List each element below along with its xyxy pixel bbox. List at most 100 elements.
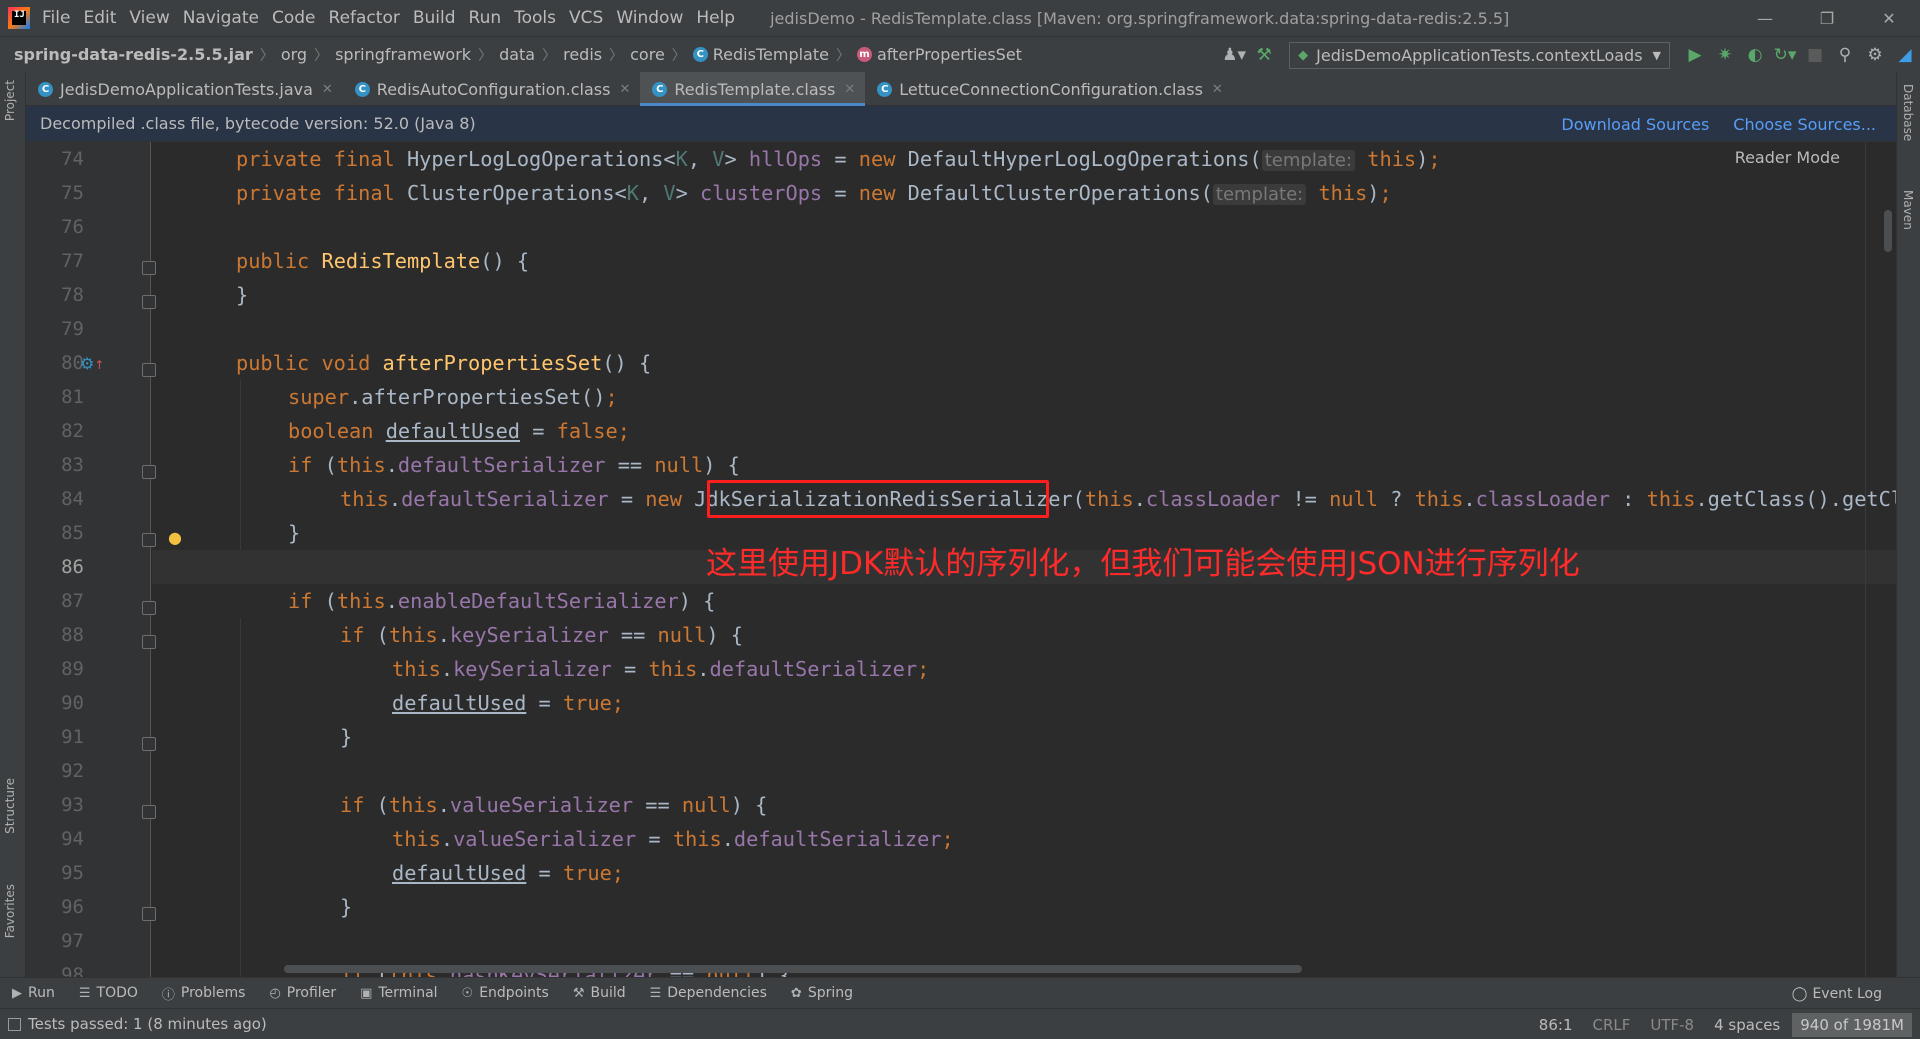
line-number: 77 bbox=[61, 250, 84, 272]
memory-indicator[interactable]: 940 of 1981M bbox=[1792, 1012, 1912, 1037]
intellij-logo-icon: IJ bbox=[8, 7, 30, 29]
close-icon[interactable]: ✕ bbox=[844, 82, 855, 97]
tab-jedis-demo-tests[interactable]: C JedisDemoApplicationTests.java ✕ bbox=[26, 72, 343, 106]
menu-tools[interactable]: Tools bbox=[514, 8, 556, 28]
line-number: 94 bbox=[61, 828, 84, 850]
close-icon[interactable]: ✕ bbox=[322, 82, 333, 97]
run-tool-button[interactable]: ▶ Run bbox=[12, 985, 55, 1001]
horizontal-scrollbar[interactable] bbox=[284, 965, 1302, 973]
debug-icon[interactable]: ✷ bbox=[1710, 40, 1740, 70]
breadcrumb: spring-data-redis-2.5.5.jar 〉 org 〉 spri… bbox=[14, 45, 1022, 65]
profile-icon[interactable]: ↻▾ bbox=[1770, 40, 1800, 70]
stop-icon[interactable]: ■ bbox=[1800, 40, 1830, 70]
line-number: 83 bbox=[61, 454, 84, 476]
java-class-icon: C bbox=[652, 81, 668, 97]
breadcrumb-org[interactable]: org bbox=[281, 45, 307, 64]
reader-mode-toggle[interactable]: Reader Mode bbox=[1735, 148, 1840, 167]
tab-lettuce-connection-configuration[interactable]: C LettuceConnectionConfiguration.class ✕ bbox=[865, 72, 1233, 106]
code-line-77: public RedisTemplate() { bbox=[236, 249, 530, 273]
favorites-tool-tab[interactable]: Favorites bbox=[3, 884, 17, 938]
database-tool-tab[interactable]: Database bbox=[1901, 84, 1915, 141]
indent-setting[interactable]: 4 spaces bbox=[1714, 1016, 1780, 1034]
square-icon bbox=[8, 1017, 21, 1031]
tab-redis-template[interactable]: C RedisTemplate.class ✕ bbox=[640, 72, 866, 106]
line-number-current: 86 bbox=[61, 556, 84, 578]
line-number: 91 bbox=[61, 726, 84, 748]
menu-file[interactable]: File bbox=[42, 8, 70, 28]
download-sources-link[interactable]: Download Sources bbox=[1561, 115, 1709, 134]
structure-tool-tab[interactable]: Structure bbox=[3, 778, 17, 834]
line-number: 85 bbox=[61, 522, 84, 544]
menu-run[interactable]: Run bbox=[469, 8, 502, 28]
line-separator[interactable]: CRLF bbox=[1592, 1016, 1630, 1034]
code-line-93: if (this.valueSerializer == null) { bbox=[340, 793, 768, 817]
project-tool-tab[interactable]: Project bbox=[3, 80, 17, 121]
close-window-icon[interactable]: ✕ bbox=[1858, 0, 1920, 36]
tab-label: LettuceConnectionConfiguration.class bbox=[899, 79, 1203, 99]
code-area[interactable]: private final HyperLogLogOperations<K, V… bbox=[152, 142, 1896, 977]
spring-tool-button[interactable]: ✿ Spring bbox=[791, 985, 853, 1001]
code-line-94: this.valueSerializer = this.defaultSeria… bbox=[392, 827, 954, 851]
override-method-icon[interactable]: ⚙↑ bbox=[80, 354, 104, 373]
vertical-scrollbar[interactable] bbox=[1884, 210, 1892, 252]
menu-window[interactable]: Window bbox=[616, 8, 683, 28]
plugin-logo-icon[interactable]: ◢ bbox=[1890, 40, 1920, 70]
build-hammer-icon[interactable]: ⚒ bbox=[1249, 40, 1279, 70]
endpoints-tool-button[interactable]: ☉ Endpoints bbox=[462, 985, 549, 1001]
maven-tool-tab[interactable]: Maven bbox=[1901, 190, 1915, 230]
window-controls: — ❐ ✕ bbox=[1734, 0, 1920, 36]
info-icon: ⓘ bbox=[161, 987, 175, 1003]
menu-bar: IJ File Edit View Navigate Code Refactor… bbox=[0, 0, 1920, 36]
banner-text: Decompiled .class file, bytecode version… bbox=[40, 114, 476, 133]
settings-gear-icon[interactable]: ⚙ bbox=[1860, 40, 1890, 70]
menu-build[interactable]: Build bbox=[413, 8, 456, 28]
search-icon[interactable]: ⚲ bbox=[1830, 40, 1860, 70]
coverage-icon[interactable]: ◐ bbox=[1740, 40, 1770, 70]
chevron-right-icon: 〉 bbox=[314, 47, 329, 64]
code-line-82: boolean defaultUsed = false; bbox=[288, 419, 630, 443]
profiler-tool-button[interactable]: ◴ Profiler bbox=[269, 985, 336, 1001]
menu-help[interactable]: Help bbox=[696, 8, 735, 28]
caret-position[interactable]: 86:1 bbox=[1539, 1016, 1573, 1034]
file-encoding[interactable]: UTF-8 bbox=[1650, 1016, 1694, 1034]
code-line-89: this.keySerializer = this.defaultSeriali… bbox=[392, 657, 930, 681]
close-icon[interactable]: ✕ bbox=[1212, 82, 1223, 97]
menu-edit[interactable]: Edit bbox=[83, 8, 116, 28]
event-log-button[interactable]: ◯ Event Log bbox=[1792, 978, 1882, 1009]
user-icon[interactable]: ♟▾ bbox=[1219, 40, 1249, 70]
breadcrumb-method[interactable]: m afterPropertiesSet bbox=[856, 45, 1022, 64]
indent-guide bbox=[240, 618, 241, 977]
line-number: 79 bbox=[61, 318, 84, 340]
restore-icon[interactable]: ❐ bbox=[1796, 0, 1858, 36]
breadcrumb-jar[interactable]: spring-data-redis-2.5.5.jar bbox=[14, 45, 253, 64]
close-icon[interactable]: ✕ bbox=[619, 82, 630, 97]
terminal-tool-button[interactable]: ▣ Terminal bbox=[360, 985, 437, 1001]
line-number: 98 bbox=[61, 964, 84, 977]
breadcrumb-redis[interactable]: redis bbox=[563, 45, 602, 64]
code-line-83: if (this.defaultSerializer == null) { bbox=[288, 453, 740, 477]
junit-icon: ◆ bbox=[1298, 47, 1309, 63]
menu-navigate[interactable]: Navigate bbox=[183, 8, 259, 28]
menu-refactor[interactable]: Refactor bbox=[329, 8, 400, 28]
menu-code[interactable]: Code bbox=[272, 8, 316, 28]
build-tool-button[interactable]: ⚒ Build bbox=[573, 985, 626, 1001]
menu-vcs[interactable]: VCS bbox=[569, 8, 603, 28]
todo-tool-button[interactable]: ☰ TODO bbox=[79, 985, 138, 1001]
code-editor[interactable]: 74 75 76 77 78 79 80 81 82 83 84 85 86 8… bbox=[26, 142, 1896, 977]
breadcrumb-springframework[interactable]: springframework bbox=[335, 45, 471, 64]
minimize-icon[interactable]: — bbox=[1734, 0, 1796, 36]
choose-sources-link[interactable]: Choose Sources... bbox=[1733, 115, 1876, 134]
menu-view[interactable]: View bbox=[129, 8, 169, 28]
line-number: 84 bbox=[61, 488, 84, 510]
breadcrumb-class[interactable]: C RedisTemplate bbox=[692, 45, 829, 64]
breadcrumb-core[interactable]: core bbox=[630, 45, 665, 64]
status-message-text: Tests passed: 1 (8 minutes ago) bbox=[28, 1015, 267, 1033]
tab-redis-auto-configuration[interactable]: C RedisAutoConfiguration.class ✕ bbox=[343, 72, 641, 106]
run-configuration-select[interactable]: ◆ JedisDemoApplicationTests.contextLoads… bbox=[1289, 41, 1670, 69]
status-message[interactable]: Tests passed: 1 (8 minutes ago) bbox=[8, 1015, 267, 1033]
dependencies-tool-button[interactable]: ☰ Dependencies bbox=[650, 985, 767, 1001]
breadcrumb-data[interactable]: data bbox=[499, 45, 535, 64]
run-icon[interactable]: ▶ bbox=[1680, 40, 1710, 70]
status-widgets: 86:1 CRLF UTF-8 4 spaces 940 of 1981M bbox=[1519, 1009, 1912, 1039]
problems-tool-button[interactable]: ⓘ Problems bbox=[162, 984, 246, 1003]
